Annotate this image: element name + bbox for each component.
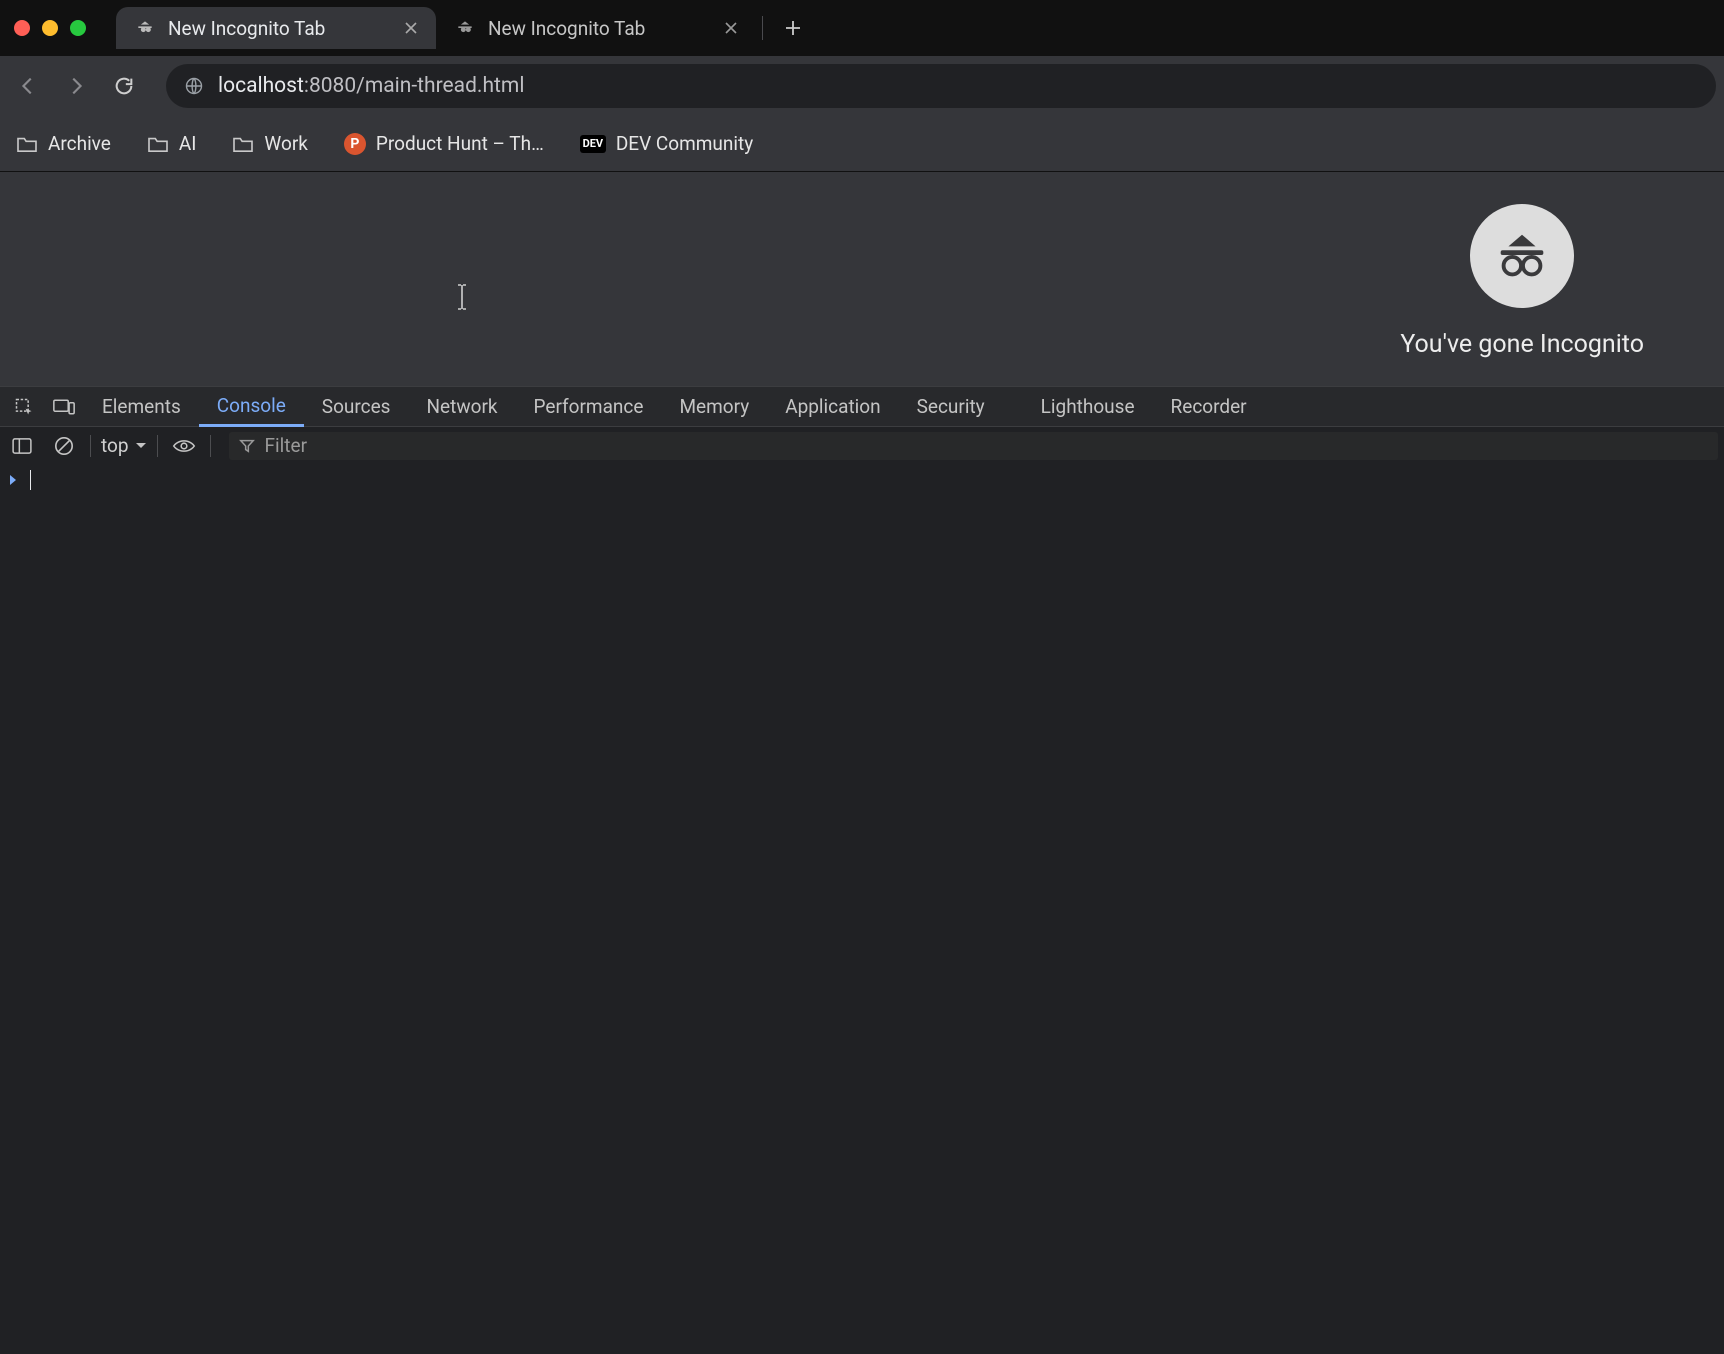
context-label: top bbox=[101, 434, 129, 457]
forward-button[interactable] bbox=[56, 66, 96, 106]
devtools-tab-console[interactable]: Console bbox=[199, 387, 304, 427]
devtools-tab-lighthouse[interactable]: Lighthouse bbox=[1023, 387, 1153, 427]
address-bar[interactable]: localhost:8080/main-thread.html bbox=[166, 64, 1716, 108]
folder-icon bbox=[16, 135, 38, 153]
devtools-tab-performance[interactable]: Performance bbox=[516, 387, 662, 427]
dev-icon: DEV bbox=[580, 135, 606, 153]
incognito-large-icon bbox=[1470, 204, 1574, 308]
globe-icon bbox=[184, 76, 204, 96]
live-expression-icon[interactable] bbox=[168, 430, 200, 462]
incognito-icon bbox=[454, 17, 476, 39]
devtools-tab-application[interactable]: Application bbox=[767, 387, 898, 427]
console-prompt[interactable] bbox=[8, 470, 1716, 490]
devtools-tab-sources[interactable]: Sources bbox=[304, 387, 409, 427]
bookmark-label: Archive bbox=[48, 132, 111, 155]
device-toolbar-icon[interactable] bbox=[44, 387, 84, 427]
clear-console-icon[interactable] bbox=[48, 430, 80, 462]
tab-title: New Incognito Tab bbox=[168, 17, 325, 40]
devtools-tab-elements[interactable]: Elements bbox=[84, 387, 199, 427]
devtools-tab-memory[interactable]: Memory bbox=[661, 387, 767, 427]
bookmark-work[interactable]: Work bbox=[226, 128, 313, 159]
folder-icon bbox=[232, 135, 254, 153]
chevron-down-icon bbox=[135, 442, 147, 450]
url-text: localhost:8080/main-thread.html bbox=[218, 74, 524, 98]
close-tab-icon[interactable] bbox=[402, 19, 420, 37]
page-content: You've gone Incognito bbox=[0, 172, 1724, 386]
divider bbox=[210, 435, 211, 457]
incognito-text: You've gone Incognito bbox=[1400, 330, 1644, 359]
text-cursor-icon bbox=[455, 284, 469, 310]
browser-toolbar: localhost:8080/main-thread.html bbox=[0, 56, 1724, 116]
console-output[interactable] bbox=[0, 464, 1724, 1354]
bookmark-product-hunt[interactable]: P Product Hunt – Th… bbox=[338, 128, 550, 159]
back-button[interactable] bbox=[8, 66, 48, 106]
bookmark-label: DEV Community bbox=[616, 132, 753, 155]
inspect-element-icon[interactable] bbox=[4, 387, 44, 427]
bookmark-bar: Archive AI Work P Product Hunt – Th… DEV… bbox=[0, 116, 1724, 172]
product-hunt-icon: P bbox=[344, 133, 366, 155]
devtools-tab-recorder[interactable]: Recorder bbox=[1153, 387, 1265, 427]
filter-icon bbox=[239, 438, 255, 454]
devtools-tab-bar: Elements Console Sources Network Perform… bbox=[0, 386, 1724, 426]
console-toolbar: top Filter bbox=[0, 426, 1724, 464]
devtools-tab-network[interactable]: Network bbox=[408, 387, 515, 427]
execution-context-selector[interactable]: top bbox=[101, 434, 147, 457]
browser-tab-0[interactable]: New Incognito Tab bbox=[116, 7, 436, 49]
bookmark-label: Work bbox=[264, 132, 307, 155]
reload-button[interactable] bbox=[104, 66, 144, 106]
chevron-right-icon bbox=[8, 474, 18, 486]
incognito-banner: You've gone Incognito bbox=[1400, 204, 1644, 359]
maximize-window-button[interactable] bbox=[70, 20, 86, 36]
window-controls bbox=[14, 20, 86, 36]
bookmark-label: AI bbox=[179, 132, 197, 155]
toggle-sidebar-icon[interactable] bbox=[6, 430, 38, 462]
incognito-icon bbox=[134, 17, 156, 39]
input-caret bbox=[30, 470, 31, 490]
bookmark-ai[interactable]: AI bbox=[141, 128, 203, 159]
new-tab-button[interactable] bbox=[779, 14, 807, 42]
close-window-button[interactable] bbox=[14, 20, 30, 36]
close-tab-icon[interactable] bbox=[722, 19, 740, 37]
minimize-window-button[interactable] bbox=[42, 20, 58, 36]
url-rest: :8080/main-thread.html bbox=[304, 74, 525, 98]
tab-divider bbox=[762, 16, 763, 40]
filter-placeholder: Filter bbox=[265, 434, 307, 457]
bookmark-archive[interactable]: Archive bbox=[10, 128, 117, 159]
tab-strip: New Incognito Tab New Incognito Tab bbox=[0, 0, 1724, 56]
browser-tab-1[interactable]: New Incognito Tab bbox=[436, 7, 756, 49]
bookmark-label: Product Hunt – Th… bbox=[376, 132, 544, 155]
url-host: localhost bbox=[218, 74, 304, 98]
divider bbox=[90, 435, 91, 457]
divider bbox=[157, 435, 158, 457]
devtools-tab-security[interactable]: Security bbox=[899, 387, 1003, 427]
bookmark-dev-community[interactable]: DEV DEV Community bbox=[574, 128, 759, 159]
console-filter-input[interactable]: Filter bbox=[229, 432, 1718, 460]
folder-icon bbox=[147, 135, 169, 153]
tab-title: New Incognito Tab bbox=[488, 17, 645, 40]
